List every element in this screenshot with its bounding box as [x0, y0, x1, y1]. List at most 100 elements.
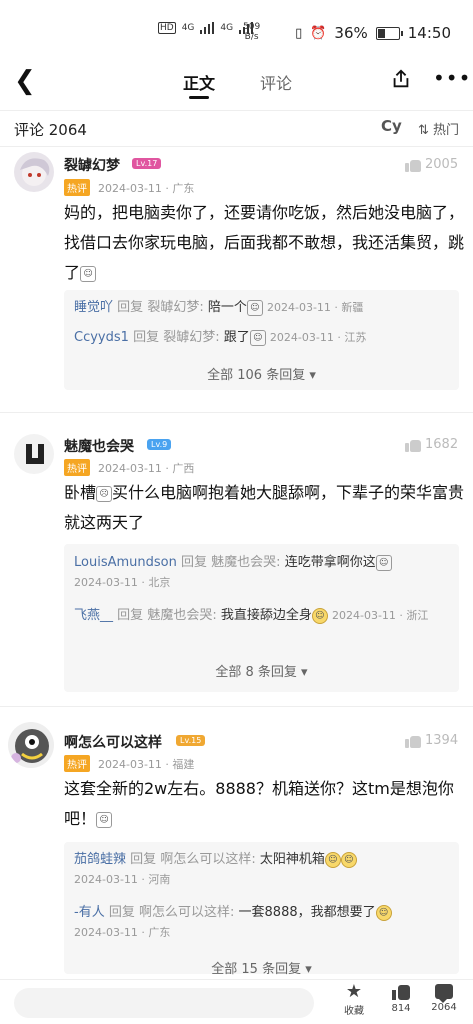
comment-bubble-icon [435, 984, 453, 1003]
tab-comment[interactable]: 评论 [260, 70, 292, 94]
like-count: 1682 [425, 437, 459, 452]
more-replies-button[interactable]: 全部 106 条回复 ▾ [64, 364, 459, 383]
more-replies-button[interactable]: 全部 15 条回复 ▾ [64, 958, 459, 977]
reply-mid: 回复 [181, 555, 208, 570]
cy-toggle[interactable]: Cy [381, 117, 402, 135]
reply-mid: 回复 [117, 608, 144, 623]
reply-mid: 回复 [117, 300, 144, 315]
avatar[interactable] [14, 434, 54, 474]
comment-text-body: 卧槽 [64, 483, 97, 502]
reply-meta: 2024-03-11 · 广东 [74, 926, 171, 939]
share-icon[interactable] [390, 68, 412, 90]
reply-author[interactable]: 茄鸽蛙辣 [74, 852, 126, 867]
thumb-up-icon [405, 733, 421, 748]
reply-item[interactable]: LouisAmundson 回复 魅魔也会哭: 连吃带拿啊你这 ☺ 2024-03… [74, 553, 449, 593]
avatar[interactable] [8, 722, 54, 768]
divider [0, 706, 473, 707]
emoji-icon: ☺ [375, 554, 392, 571]
emoji-icon: ☹ [96, 485, 113, 502]
emoji-icon: ☺ [246, 299, 263, 316]
sort-label: 热门 [433, 123, 460, 138]
comment-count: 评论 2064 [14, 121, 87, 139]
reply-meta: 2024-03-11 · 江苏 [269, 331, 367, 344]
divider [0, 146, 473, 147]
reply-target: 裂罅幻梦: [163, 330, 220, 345]
emoji-icon: ☺ [324, 851, 341, 868]
reply-item[interactable]: Ccyyds1 回复 裂罅幻梦: 跟了 ☺ 2024-03-11 · 江苏 [74, 328, 454, 348]
comment-meta: 2024-03-11 · 福建 [98, 758, 195, 771]
reply-text: 陪一个 [207, 300, 247, 315]
emoji-icon: ☺ [96, 811, 113, 828]
comment-meta: 2024-03-11 · 广西 [98, 462, 195, 475]
reply-meta: 2024-03-11 · 北京 [74, 576, 171, 589]
thumb-up-icon [405, 157, 421, 172]
divider [0, 412, 473, 413]
favorite-button[interactable]: ★ 收藏 [336, 981, 372, 1018]
reply-item[interactable]: 茄鸽蛙辣 回复 啊怎么可以这样: 太阳神机箱 ☺ ☺ 2024-03-11 · 河南 [74, 850, 449, 890]
reply-text: 我直接舔边全身 [220, 608, 312, 623]
more-replies-button[interactable]: 全部 8 条回复 ▾ [64, 661, 459, 680]
comment-meta: 2024-03-11 · 广东 [98, 182, 195, 195]
emoji-icon: ☺ [80, 265, 97, 282]
comments-button[interactable]: 2064 [426, 982, 462, 1013]
reply-author[interactable]: 睡觉吖 [74, 300, 113, 315]
emoji-icon: ☺ [375, 904, 392, 921]
like-button[interactable]: 2005 [405, 157, 458, 172]
tab-underline [189, 96, 209, 99]
reply-author[interactable]: Ccyyds1 [74, 330, 129, 345]
comment-text-body: 这套全新的2w左右。8888？机箱送你？这tm是想泡你吧！ [64, 779, 454, 828]
tab-main[interactable]: 正文 [183, 70, 215, 94]
hot-badge: 热评 [64, 459, 90, 476]
vibrate-icon: ▯ [295, 25, 303, 41]
reply-item[interactable]: -有人 回复 啊怎么可以这样: 一套8888，我都想要了 ☺ 2024-03-11… [74, 903, 449, 943]
level-badge: Lv.17 [132, 158, 162, 169]
more-icon[interactable]: ••• [433, 66, 471, 90]
favorite-label: 收藏 [344, 1006, 364, 1017]
comment-author[interactable]: 魅魔也会哭 [64, 436, 134, 456]
reply-meta: 2024-03-11 · 浙江 [332, 609, 429, 622]
speed-value: 509 [243, 22, 261, 32]
emoji-icon: ☺ [249, 329, 266, 346]
reply-author[interactable]: -有人 [74, 905, 105, 920]
avatar[interactable] [14, 152, 54, 192]
back-icon[interactable]: ❮ [14, 66, 36, 96]
reply-text: 连吃带拿啊你这 [284, 555, 376, 570]
reply-target: 魅魔也会哭: [147, 608, 217, 623]
battery-percent: 36% [334, 24, 368, 42]
alarm-icon: ⏰ [310, 25, 327, 41]
comment-author[interactable]: 啊怎么可以这样 [64, 732, 162, 752]
reply-text: 一套8888，我都想要了 [238, 905, 376, 920]
emoji-icon: ☺ [311, 607, 328, 624]
network-speed: 509 B/s [243, 22, 260, 42]
reply-mid: 回复 [130, 852, 157, 867]
comment-author[interactable]: 裂罅幻梦 [64, 155, 120, 175]
comment-input[interactable] [14, 988, 314, 1018]
reply-target: 魅魔也会哭: [211, 555, 281, 570]
thumb-up-icon [405, 437, 421, 452]
reply-author[interactable]: LouisAmundson [74, 555, 177, 570]
reply-target: 啊怎么可以这样: [160, 852, 256, 867]
like-article-button[interactable]: 814 [383, 982, 419, 1014]
reply-meta: 2024-03-11 · 新疆 [267, 301, 364, 314]
sort-hot[interactable]: ⇅ 热门 [418, 119, 459, 138]
net-type-2: 4G [220, 23, 234, 33]
reply-author[interactable]: 飞燕__ [74, 608, 113, 623]
emoji-icon: ☺ [340, 851, 357, 868]
like-article-count: 814 [391, 1003, 411, 1014]
reply-meta: 2024-03-11 · 河南 [74, 873, 171, 886]
like-count: 2005 [425, 157, 459, 172]
comments-count: 2064 [431, 1002, 457, 1013]
comment-text: 卧槽 ☹ 买什么电脑啊抱着她大腿舔啊，下辈子的荣华富贵就这两天了 [64, 478, 473, 538]
hd-badge: HD [158, 22, 176, 34]
reply-text: 跟了 [223, 330, 250, 345]
comment-text: 妈的，把电脑卖你了，还要请你吃饭，然后她没电脑了，找借口去你家玩电脑，后面我都不… [64, 198, 473, 288]
star-icon: ★ [345, 981, 363, 1002]
reply-item[interactable]: 飞燕__ 回复 魅魔也会哭: 我直接舔边全身 ☺ 2024-03-11 · 浙江 [74, 606, 449, 626]
like-button[interactable]: 1394 [405, 733, 458, 748]
hot-badge: 热评 [64, 179, 90, 196]
comment-text: 这套全新的2w左右。8888？机箱送你？这tm是想泡你吧！ ☺ [64, 774, 473, 834]
reply-target: 啊怎么可以这样: [139, 905, 235, 920]
like-button[interactable]: 1682 [405, 437, 458, 452]
reply-mid: 回复 [108, 905, 135, 920]
reply-item[interactable]: 睡觉吖 回复 裂罅幻梦: 陪一个 ☺ 2024-03-11 · 新疆 [74, 298, 454, 318]
